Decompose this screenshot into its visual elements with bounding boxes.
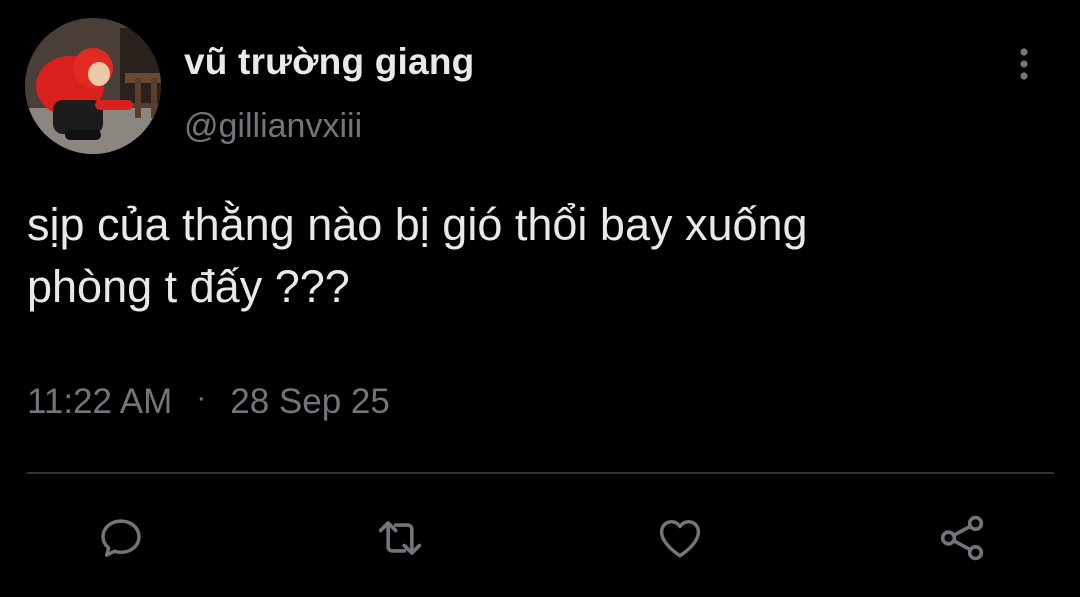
reply-button[interactable] (93, 510, 149, 566)
heart-icon (659, 520, 701, 558)
like-button[interactable] (652, 510, 708, 566)
author-display-name[interactable]: vũ trường giang (184, 41, 474, 83)
avatar[interactable] (25, 18, 161, 154)
tweet-date[interactable]: 28 Sep 25 (230, 382, 390, 422)
more-vertical-icon (1020, 48, 1028, 80)
retweet-button[interactable] (372, 510, 428, 566)
tweet-meta: 11:22 AM · 28 Sep 25 (27, 381, 390, 422)
share-button[interactable] (934, 510, 990, 566)
meta-separator: · (196, 381, 207, 414)
tweet-text: sịp của thằng nào bị gió thổi bay xuống … (27, 199, 808, 312)
divider (27, 472, 1054, 474)
author-handle[interactable]: @gillianvxiii (184, 107, 362, 146)
chat-bubble-icon (101, 519, 141, 557)
retweet-icon (378, 521, 422, 555)
tweet-time[interactable]: 11:22 AM (27, 382, 172, 422)
profile-photo-icon (25, 18, 161, 154)
share-icon (940, 515, 984, 561)
more-options-button[interactable] (1006, 40, 1042, 88)
